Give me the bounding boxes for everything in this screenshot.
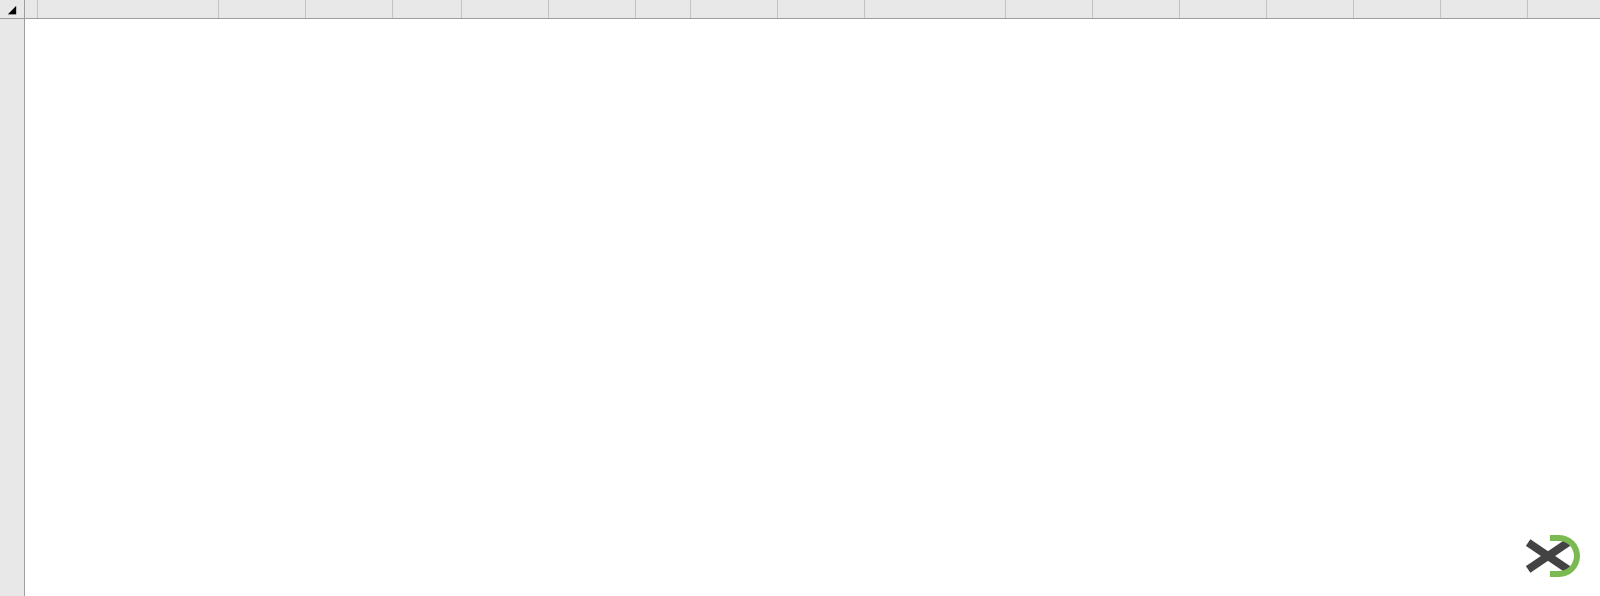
col-header[interactable]	[1441, 0, 1528, 18]
col-header[interactable]	[25, 0, 38, 18]
col-header[interactable]	[691, 0, 778, 18]
col-header[interactable]	[306, 0, 393, 18]
row-header-column	[0, 19, 25, 596]
col-header[interactable]	[219, 0, 306, 18]
col-header[interactable]	[1354, 0, 1441, 18]
col-header[interactable]	[1093, 0, 1180, 18]
col-header[interactable]	[462, 0, 549, 18]
select-all-corner[interactable]: ◢	[0, 0, 25, 18]
col-header[interactable]	[1006, 0, 1093, 18]
col-header[interactable]	[865, 0, 1006, 18]
cell-grid[interactable]	[25, 19, 1600, 596]
col-header[interactable]	[1267, 0, 1354, 18]
col-header[interactable]	[393, 0, 462, 18]
col-header[interactable]	[636, 0, 691, 18]
col-header[interactable]	[1180, 0, 1267, 18]
col-header[interactable]	[38, 0, 219, 18]
col-header[interactable]	[778, 0, 865, 18]
column-header-row: ◢	[0, 0, 1600, 19]
col-header[interactable]	[549, 0, 636, 18]
spreadsheet: ◢	[0, 0, 1600, 595]
